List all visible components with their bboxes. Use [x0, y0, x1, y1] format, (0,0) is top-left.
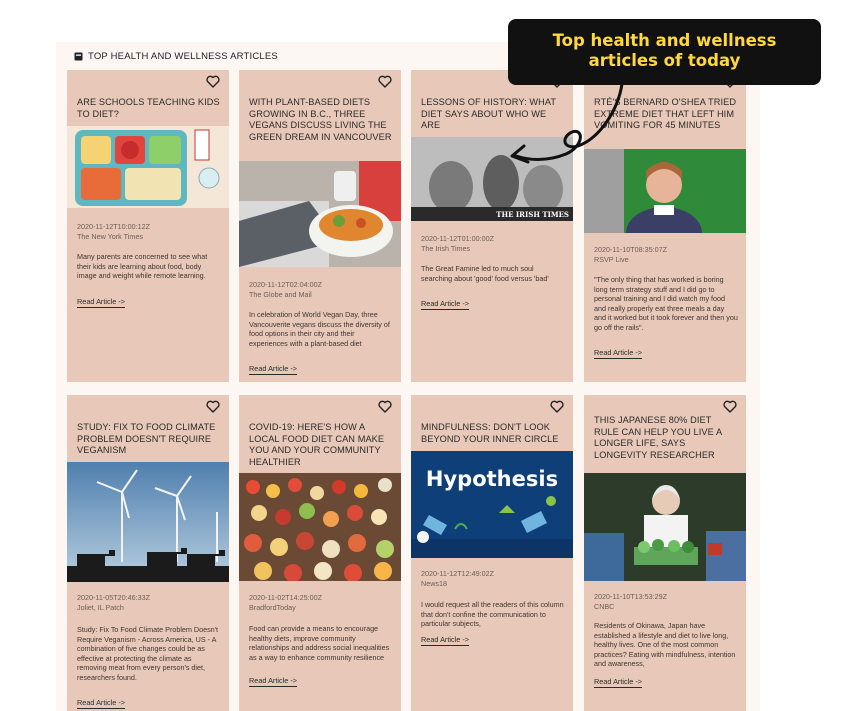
article-date: 2020-11-12T12:49:02Z [421, 569, 494, 578]
article-date: 2020-11-02T14:25:00Z [249, 593, 322, 602]
article-source: The Irish Times [421, 243, 471, 253]
article-description: In celebration of World Vegan Day, three… [249, 310, 390, 348]
article-meta: 2020-11-05T20:46:33Z Joliet, IL Patch [77, 593, 221, 612]
image-caption: THE IRISH TIMES [496, 210, 569, 219]
article-description: Study: Fix To Food Climate Problem Doesn… [77, 625, 219, 682]
article-description: Many parents are concerned to see what t… [77, 252, 208, 280]
callout-arrow-icon [510, 82, 624, 164]
article-title[interactable]: ARE SCHOOLS TEACHING KIDS TO DIET? [77, 97, 221, 120]
article-title[interactable]: COVID-19: HERE'S HOW A LOCAL FOOD DIET C… [249, 422, 393, 468]
page: TOP HEALTH AND WELLNESS ARTICLES ARE SCH… [0, 0, 845, 711]
article-source: The New York Times [77, 231, 143, 241]
callout-line-1: Top health and wellness [552, 31, 777, 50]
article-title[interactable]: MINDFULNESS: DON'T LOOK BEYOND YOUR INNE… [421, 422, 565, 445]
article-description: I would request all the readers of this … [421, 600, 564, 628]
bookmark-icon [74, 52, 83, 61]
article-image [67, 462, 229, 582]
heart-icon[interactable] [206, 75, 220, 88]
read-article-link[interactable]: Read Article -> [77, 698, 126, 709]
article-source: News18 [421, 578, 447, 588]
article-meta: 2020-11-02T14:25:00Z BradfordToday [249, 593, 393, 612]
article-date: 2020-11-05T20:46:33Z [77, 593, 150, 602]
article-meta: 2020-11-12T01:00:00Z The Irish Times [421, 234, 565, 253]
read-article-link[interactable]: Read Article -> [421, 635, 470, 646]
article-source: RSVP Live [594, 254, 629, 264]
heart-icon[interactable] [723, 400, 737, 413]
article-image [239, 161, 401, 267]
article-image [67, 126, 229, 208]
heart-icon[interactable] [378, 400, 392, 413]
article-card[interactable]: MINDFULNESS: DON'T LOOK BEYOND YOUR INNE… [411, 395, 573, 711]
article-date: 2020-11-12T01:00:00Z [421, 234, 494, 243]
article-title[interactable]: WITH PLANT-BASED DIETS GROWING IN B.C., … [249, 97, 393, 143]
section-header: TOP HEALTH AND WELLNESS ARTICLES [74, 51, 278, 62]
article-meta: 2020-11-12T12:49:02Z News18 [421, 569, 565, 588]
image-caption: Hypothesis [425, 467, 559, 491]
article-image: Hypothesis [411, 451, 573, 558]
article-date: 2020-11-12T10:00:12Z [77, 222, 150, 231]
article-image [584, 473, 746, 581]
read-article-link[interactable]: Read Article -> [421, 299, 470, 310]
article-meta: 2020-11-12T10:00:12Z The New York Times [77, 222, 221, 241]
article-meta: 2020-11-10T08:35:07Z RSVP Live [594, 245, 738, 264]
article-source: The Globe and Mail [249, 289, 312, 299]
heart-icon[interactable] [550, 400, 564, 413]
article-date: 2020-11-12T02:04:00Z [249, 280, 322, 289]
article-source: Joliet, IL Patch [77, 602, 124, 612]
article-image [239, 473, 401, 581]
article-card[interactable]: COVID-19: HERE'S HOW A LOCAL FOOD DIET C… [239, 395, 401, 711]
read-article-link[interactable]: Read Article -> [249, 676, 298, 687]
article-description: Food can provide a means to encourage he… [249, 624, 390, 662]
article-card[interactable]: ARE SCHOOLS TEACHING KIDS TO DIET? 2020-… [67, 70, 229, 382]
article-description: Residents of Okinawa, Japan have establi… [594, 621, 736, 668]
article-source: CNBC [594, 601, 615, 611]
callout-line-2: articles of today [588, 51, 741, 70]
article-title[interactable]: THIS JAPANESE 80% DIET RULE CAN HELP YOU… [594, 415, 738, 461]
article-card[interactable]: STUDY: FIX TO FOOD CLIMATE PROBLEM DOESN… [67, 395, 229, 711]
article-date: 2020-11-10T13:53:29Z [594, 592, 667, 601]
article-meta: 2020-11-12T02:04:00Z The Globe and Mail [249, 280, 393, 299]
heart-icon[interactable] [378, 75, 392, 88]
section-title: TOP HEALTH AND WELLNESS ARTICLES [88, 51, 278, 62]
heart-icon[interactable] [206, 400, 220, 413]
article-card[interactable]: THIS JAPANESE 80% DIET RULE CAN HELP YOU… [584, 395, 746, 711]
article-date: 2020-11-10T08:35:07Z [594, 245, 667, 254]
article-description: The Great Famine led to much soul search… [421, 264, 549, 283]
read-article-link[interactable]: Read Article -> [594, 677, 643, 688]
callout-banner: Top health and wellness articles of toda… [508, 19, 821, 85]
read-article-link[interactable]: Read Article -> [249, 364, 298, 375]
article-meta: 2020-11-10T13:53:29Z CNBC [594, 592, 738, 611]
article-description: "The only thing that has worked is borin… [594, 275, 738, 332]
article-source: BradfordToday [249, 602, 296, 612]
read-article-link[interactable]: Read Article -> [77, 297, 126, 308]
read-article-link[interactable]: Read Article -> [594, 348, 643, 359]
article-card[interactable]: WITH PLANT-BASED DIETS GROWING IN B.C., … [239, 70, 401, 382]
article-title[interactable]: STUDY: FIX TO FOOD CLIMATE PROBLEM DOESN… [77, 422, 221, 457]
